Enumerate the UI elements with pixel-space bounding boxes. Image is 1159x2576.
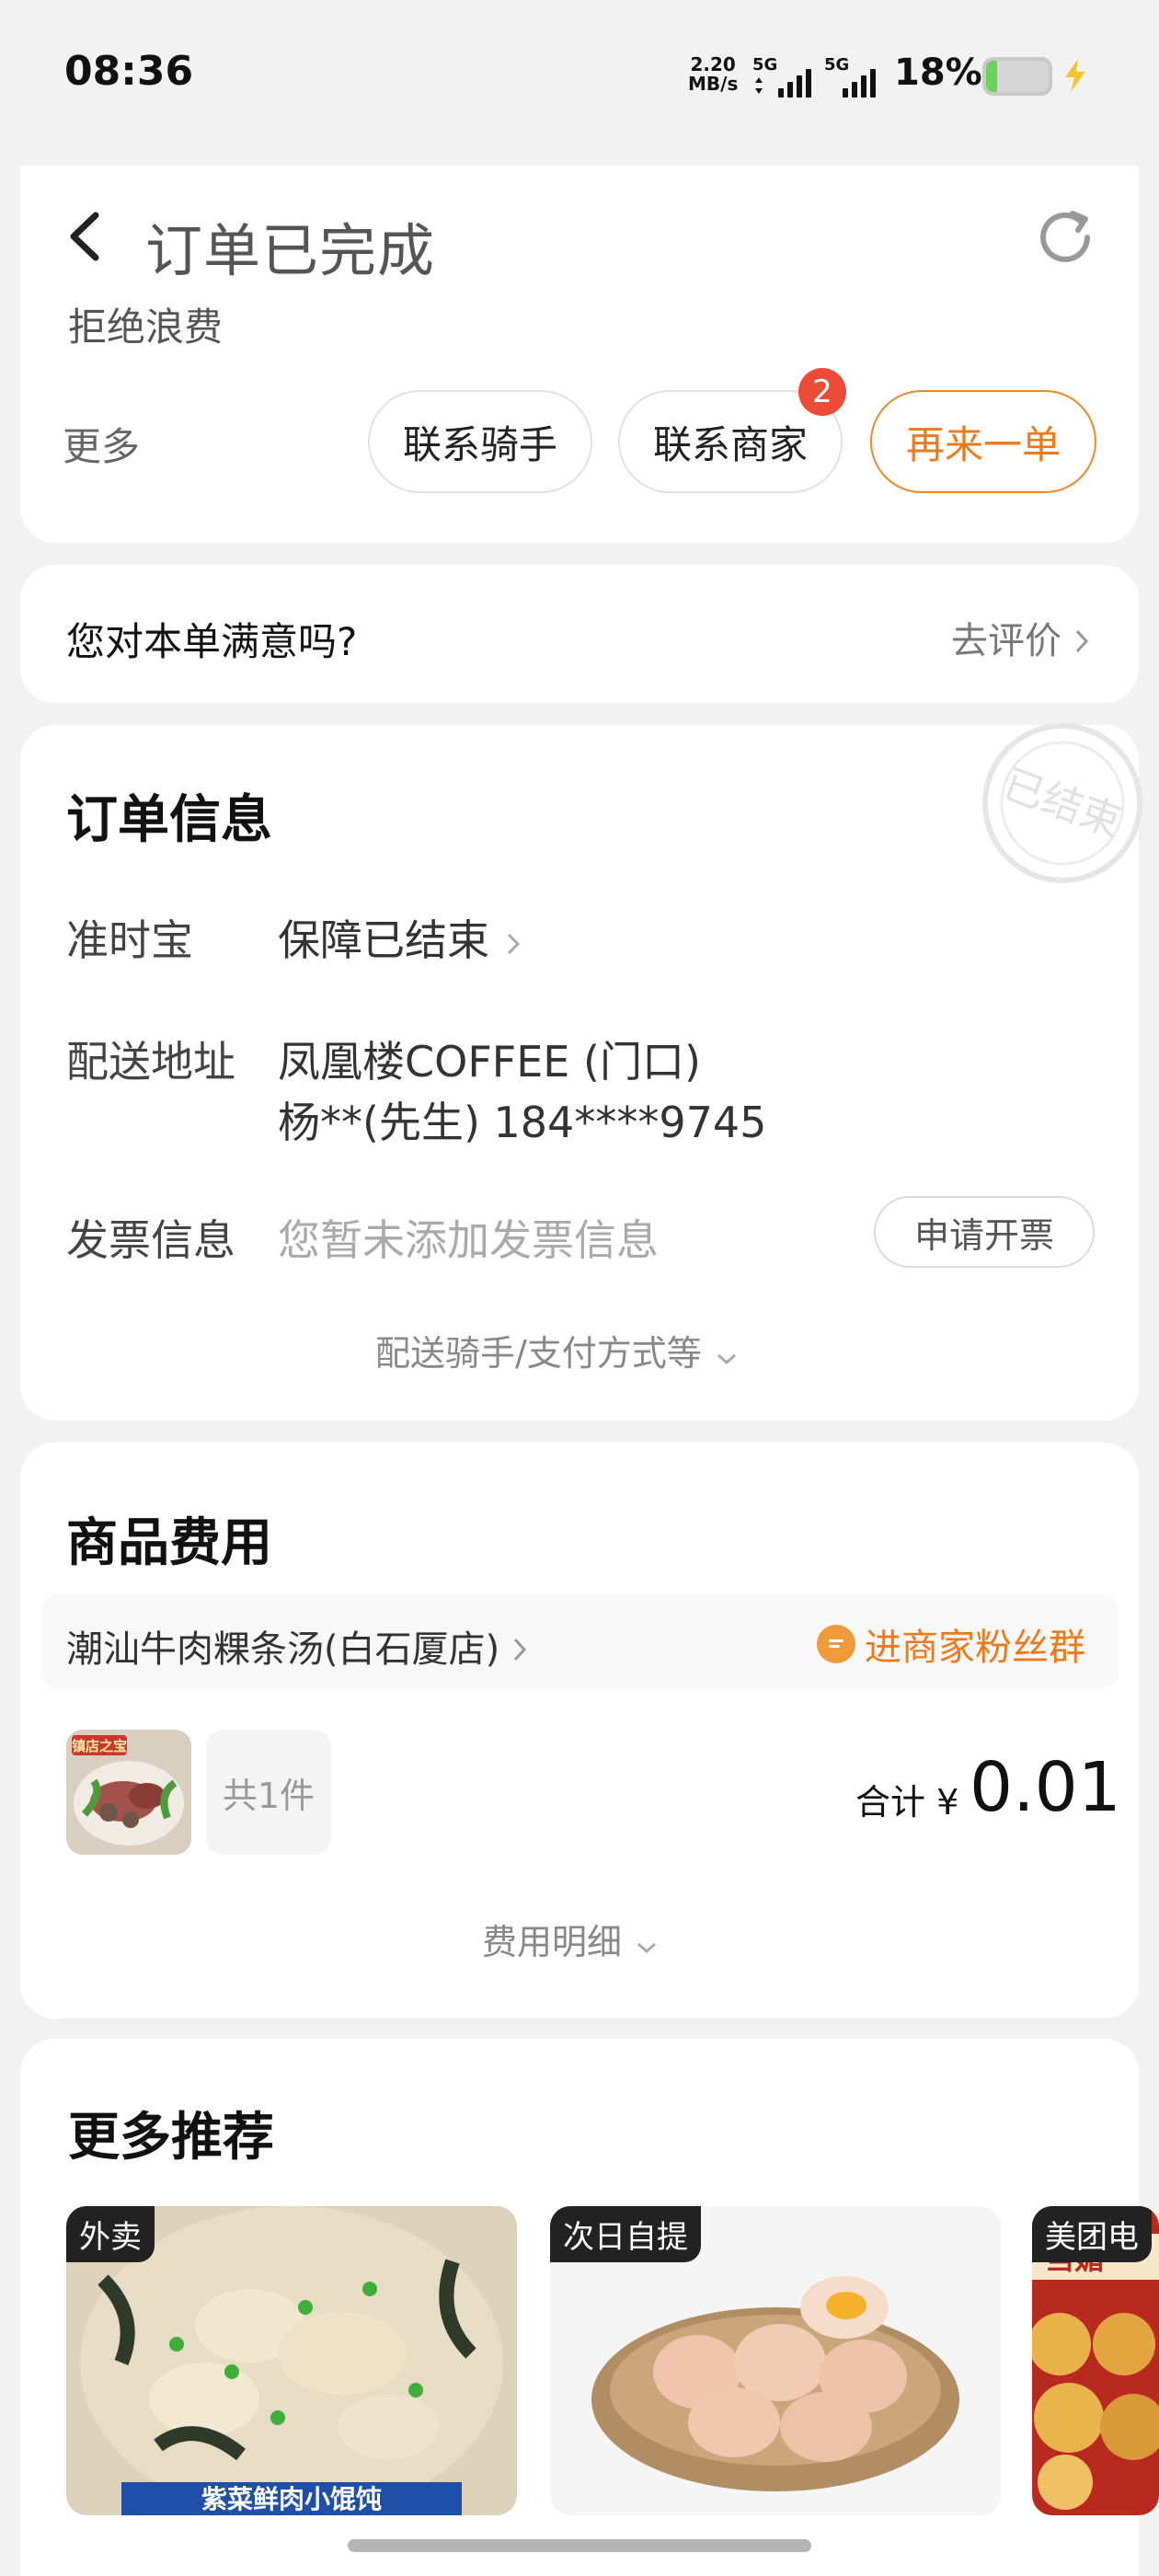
go-review-link[interactable]: 去评价 — [951, 611, 1090, 664]
network-speed: 2.20 MB/s — [688, 55, 738, 94]
satisfaction-question: 您对本单满意吗? — [66, 619, 358, 664]
total-text: 合计 — [855, 1782, 926, 1823]
battery-icon — [982, 57, 1052, 96]
signal-1: 5G — [752, 55, 777, 75]
recommend-tag: 次日自提 — [550, 2206, 701, 2262]
thumbnail-label: 镇店之宝 — [72, 1738, 127, 1754]
chevron-down-icon — [713, 1336, 740, 1376]
recommend-tag: 美团电 — [1032, 2206, 1152, 2262]
chevron-right-icon — [503, 919, 523, 969]
fans-group-link[interactable]: 进商家粉丝群 — [817, 1617, 1085, 1671]
ontime-status: 保障已结束 — [278, 915, 489, 965]
recommend-tag: 外卖 — [66, 2206, 155, 2262]
address-line-1: 凤凰楼COFFEE (门口) — [278, 1037, 701, 1087]
charging-bolt-icon — [1060, 57, 1091, 94]
shop-name: 潮汕牛肉粿条汤(白石厦店) — [66, 1628, 500, 1671]
go-review-label: 去评价 — [951, 620, 1061, 662]
recommend-title: 更多推荐 — [68, 2108, 274, 2168]
contact-rider-button[interactable]: 联系骑手 — [368, 390, 592, 493]
fans-group-label: 进商家粉丝群 — [865, 1627, 1085, 1669]
invoice-label: 发票信息 — [66, 1215, 235, 1265]
battery-level-fill — [986, 61, 998, 92]
expand-delivery-details[interactable]: 配送骑手/支付方式等 — [375, 1325, 740, 1376]
back-icon[interactable] — [63, 204, 107, 269]
ended-stamp-icon: 已结束 — [977, 718, 1148, 889]
recommend-item[interactable]: 当媚 美团电 — [1032, 2206, 1159, 2515]
shop-name-link[interactable]: 潮汕牛肉粿条汤(白石厦店) — [66, 1619, 528, 1673]
more-link[interactable]: 更多 — [63, 416, 140, 472]
signal-bars-2-icon — [843, 68, 876, 98]
network-speed-unit: MB/s — [688, 73, 739, 95]
order-again-button[interactable]: 再来一单 — [870, 390, 1096, 493]
fee-detail-label: 费用明细 — [482, 1922, 623, 1962]
data-arrows-icon — [754, 77, 763, 94]
ontime-label: 准时宝 — [66, 915, 193, 965]
product-thumbnail[interactable]: 镇店之宝 — [66, 1730, 191, 1855]
apply-invoice-button[interactable]: 申请开票 — [874, 1196, 1095, 1268]
refresh-icon[interactable] — [1030, 202, 1100, 272]
signal-1-label: 5G — [752, 55, 778, 75]
invoice-value: 您暂未添加发票信息 — [278, 1215, 659, 1265]
item-count[interactable]: 共1件 — [206, 1730, 331, 1855]
battery-percent: 18% — [894, 52, 982, 94]
chevron-right-icon — [1073, 622, 1090, 664]
total-label: 合计 ¥ — [855, 1774, 958, 1824]
network-speed-value: 2.20 — [690, 53, 736, 75]
goods-fee-title: 商品费用 — [66, 1513, 272, 1573]
recommend-item[interactable]: 次日自提 — [550, 2206, 1001, 2515]
expand-label: 配送骑手/支付方式等 — [375, 1333, 702, 1374]
signal-bars-icon — [778, 68, 811, 98]
currency-symbol: ¥ — [936, 1782, 959, 1823]
home-indicator[interactable] — [348, 2539, 811, 2552]
fee-detail-toggle[interactable]: 费用明细 — [482, 1914, 660, 1965]
chevron-right-icon — [511, 1630, 528, 1673]
order-info-title: 订单信息 — [66, 790, 272, 850]
order-status-note: 拒绝浪费 — [68, 305, 224, 350]
address-label: 配送地址 — [66, 1037, 235, 1087]
merchant-message-badge: 2 — [798, 368, 846, 416]
chevron-down-icon — [633, 1925, 660, 1965]
page-title: 订单已完成 — [145, 217, 436, 284]
status-time: 08:36 — [64, 48, 194, 95]
chat-bubble-icon — [817, 1625, 855, 1663]
stamp-text: 已结束 — [997, 761, 1127, 846]
recommend-caption: 紫菜鲜肉小馄饨 — [201, 2484, 382, 2514]
address-line-2: 杨**(先生) 184****9745 — [278, 1098, 767, 1147]
total-amount: 0.01 — [970, 1748, 1121, 1827]
recommend-item[interactable]: 紫菜鲜肉小馄饨 外卖 — [66, 2206, 517, 2515]
ontime-value[interactable]: 保障已结束 — [278, 907, 523, 969]
